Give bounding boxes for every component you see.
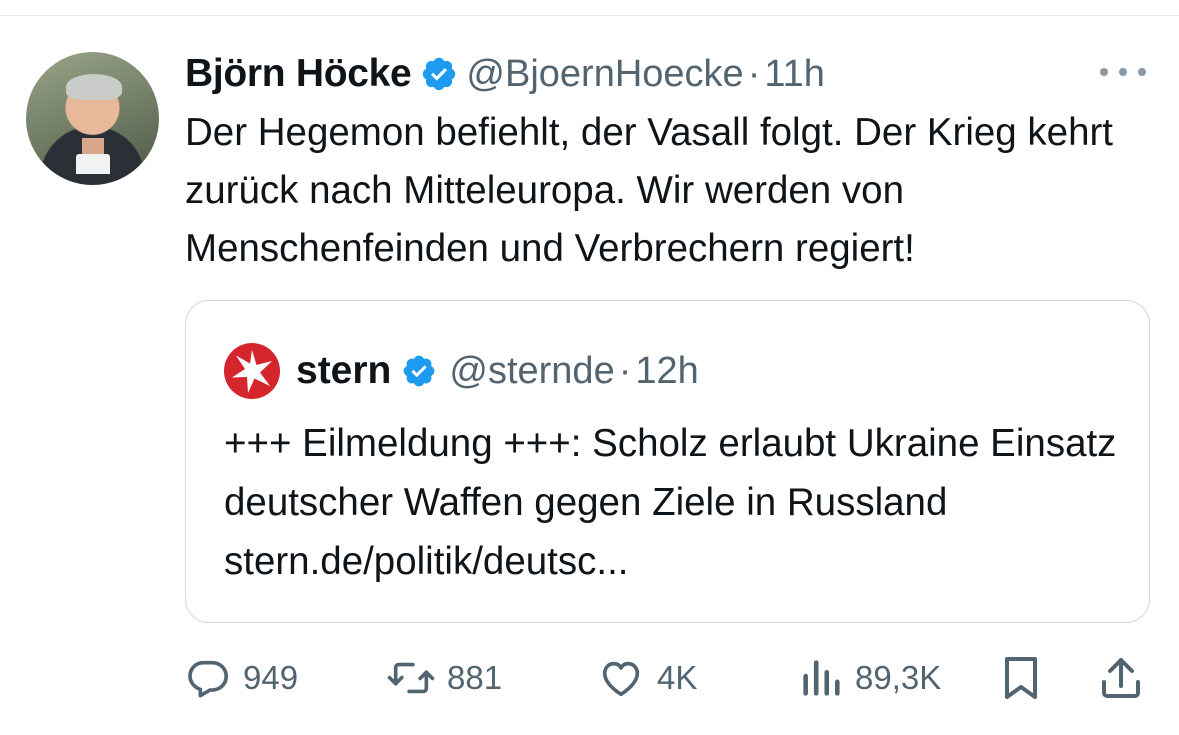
like-button[interactable]: 4K [597,650,697,706]
avatar-hair [66,74,122,100]
views-chart-icon [799,655,843,701]
verified-badge-icon [420,55,458,93]
author-name[interactable]: Björn Höcke [185,52,412,96]
views-button[interactable]: 89,3K [799,650,941,706]
tweet-text: Der Hegemon befiehlt, der Vasall folgt. … [185,111,1114,270]
quote-author-name[interactable]: stern [296,349,391,393]
more-dot [1119,68,1127,76]
action-bar: 949 881 4K 89,3K [185,650,1150,706]
more-dot [1100,68,1108,76]
share-icon [1099,654,1143,702]
reply-button[interactable]: 949 [185,650,298,706]
share-button[interactable] [1099,650,1143,706]
tweet-header: Björn Höcke @BjoernHoecke · 11h [185,48,825,100]
quoted-tweet-card[interactable]: stern @sternde · 12h +++ Eilmeldung +++:… [185,300,1150,623]
verified-badge-icon [401,353,437,389]
author-avatar[interactable] [26,52,159,185]
top-divider [0,15,1179,16]
tweet-time[interactable]: 11h [764,53,825,96]
repost-button[interactable]: 881 [385,650,502,706]
bookmark-icon [1001,654,1041,702]
author-handle[interactable]: @BjoernHoecke [466,53,743,96]
separator-dot: · [747,52,761,95]
separator-dot: · [618,349,632,392]
stern-star-logo[interactable] [224,343,280,399]
repost-icon [385,655,437,701]
views-count: 89,3K [855,659,942,696]
bookmark-button[interactable] [1001,650,1041,706]
repost-count: 881 [447,659,503,696]
reply-icon [185,655,231,701]
quote-author-handle[interactable]: @sternde [449,350,614,393]
quote-header: stern @sternde · 12h [224,343,699,399]
reply-count: 949 [243,659,299,696]
avatar-collar [76,154,110,174]
quote-text: +++ Eilmeldung +++: Scholz erlaubt Ukrai… [224,422,1117,583]
quote-time[interactable]: 12h [635,350,698,393]
heart-icon [597,655,645,701]
like-count: 4K [657,659,698,696]
more-dot [1138,68,1146,76]
more-horizontal-icon[interactable] [1100,60,1146,84]
